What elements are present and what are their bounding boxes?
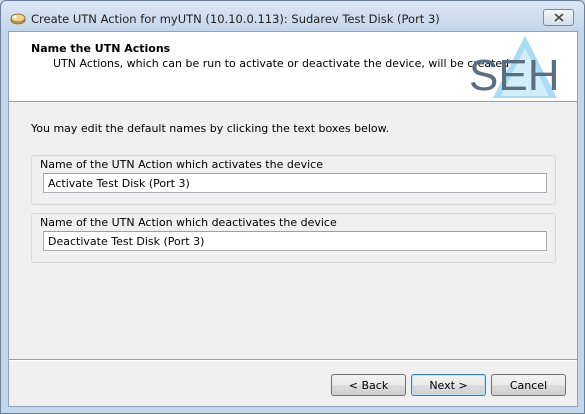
footer-separator [9, 359, 577, 361]
back-button[interactable]: < Back [331, 374, 406, 396]
deactivate-name-input[interactable]: Deactivate Test Disk (Port 3) [43, 231, 547, 251]
header-title: Name the UTN Actions [31, 42, 171, 55]
app-icon [10, 11, 26, 25]
close-button[interactable] [543, 9, 574, 26]
wizard-header: Name the UTN Actions UTN Actions, which … [9, 32, 577, 102]
activate-group: Name of the UTN Action which activates t… [31, 155, 556, 205]
activate-group-label: Name of the UTN Action which activates t… [40, 158, 323, 171]
header-subtitle: UTN Actions, which can be run to activat… [53, 57, 513, 70]
deactivate-group: Name of the UTN Action which deactivates… [31, 213, 556, 263]
deactivate-group-label: Name of the UTN Action which deactivates… [40, 216, 337, 229]
cancel-button[interactable]: Cancel [491, 374, 566, 396]
intro-text: You may edit the default names by clicki… [31, 122, 390, 135]
wizard-client-area: Name the UTN Actions UTN Actions, which … [8, 31, 578, 407]
logo-text: SEH [469, 51, 557, 100]
close-icon [553, 13, 564, 22]
window-title: Create UTN Action for myUTN (10.10.0.113… [31, 12, 440, 26]
activate-name-input[interactable]: Activate Test Disk (Port 3) [43, 173, 547, 193]
next-button[interactable]: Next > [411, 374, 486, 396]
title-bar[interactable]: Create UTN Action for myUTN (10.10.0.113… [1, 1, 584, 31]
seh-logo: SEH [469, 36, 557, 100]
wizard-window: Create UTN Action for myUTN (10.10.0.113… [0, 0, 585, 414]
